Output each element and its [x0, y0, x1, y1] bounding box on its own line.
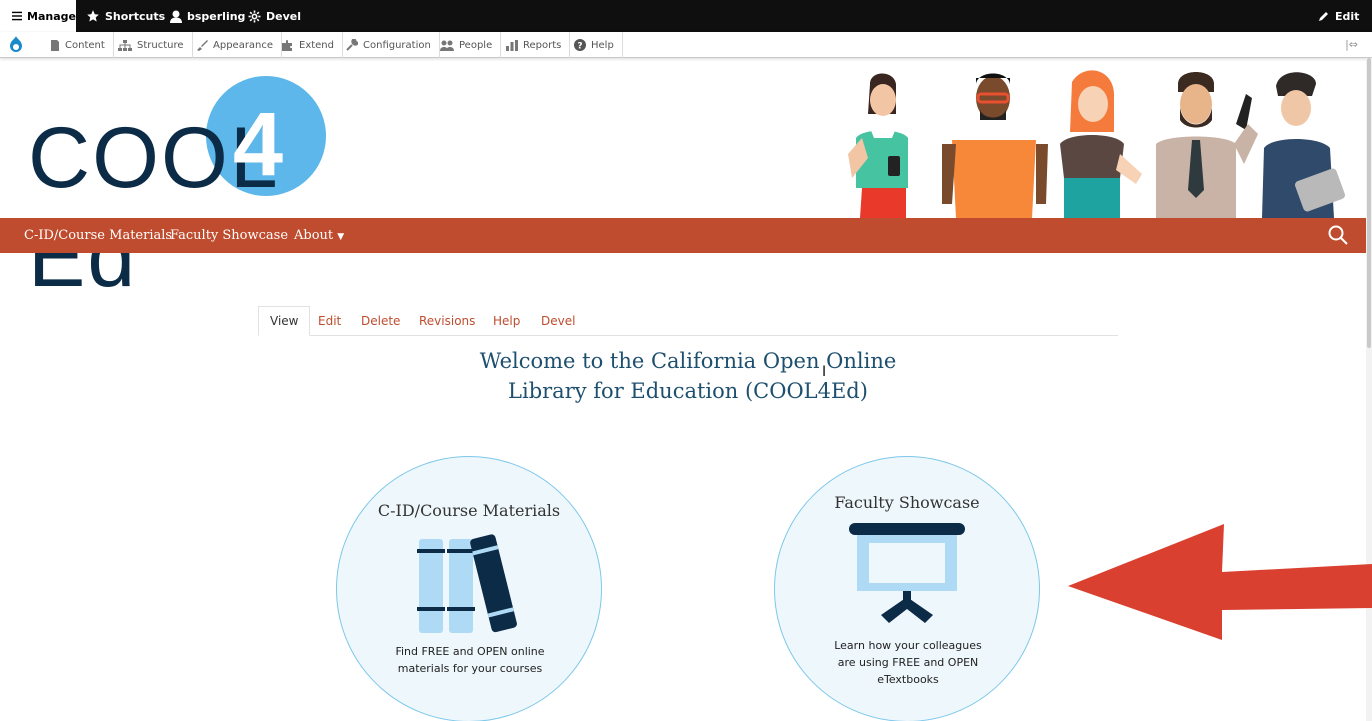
- user-icon: [170, 10, 182, 23]
- card-description: Learn how your colleagues are using FREE…: [805, 637, 1011, 688]
- nav-item-cid-course-materials[interactable]: C-ID/Course Materials: [24, 228, 172, 243]
- nav-item-faculty-showcase[interactable]: Faculty Showcase: [170, 228, 288, 243]
- local-tasks-tabs: View Edit Delete Revisions Help Devel: [258, 306, 1118, 336]
- admin-tray: Content Structure Appearance Extend Conf…: [0, 32, 1372, 58]
- manage-menu-button[interactable]: Manage: [0, 0, 76, 32]
- tab-help[interactable]: Help: [493, 306, 520, 336]
- logo-text: COOLEd: [28, 110, 280, 305]
- tab-edit[interactable]: Edit: [318, 306, 341, 336]
- card-description-line: Find FREE and OPEN online: [395, 645, 545, 658]
- books-icon: [417, 534, 517, 633]
- card-description-line: Learn how your colleagues: [834, 639, 982, 652]
- card-title: Faculty Showcase: [834, 493, 980, 512]
- tray-item-label: Help: [591, 39, 614, 51]
- edit-label: Edit: [1335, 9, 1360, 23]
- hamburger-icon: [12, 11, 23, 21]
- nav-item-about-label: About: [294, 228, 334, 243]
- tray-item-label: Appearance: [213, 39, 274, 51]
- people-illustration: [848, 70, 1346, 218]
- pencil-icon: [1319, 12, 1328, 21]
- person-man-orange: [942, 73, 1048, 218]
- person-woman-redhair: [1060, 70, 1142, 218]
- scrollbar-thumb[interactable]: [1367, 58, 1371, 348]
- manage-label: Manage: [27, 9, 76, 23]
- svg-text:?: ?: [577, 42, 582, 52]
- tray-item-label: People: [459, 39, 493, 51]
- shortcuts-button[interactable]: Shortcuts: [86, 0, 165, 32]
- card-description: Find FREE and OPEN online materials for …: [367, 643, 573, 677]
- person-woman-green: [848, 73, 908, 218]
- tab-revisions[interactable]: Revisions: [419, 306, 475, 336]
- tray-item-label: Structure: [137, 39, 184, 51]
- page-title-line-1: Welcome to the California Open Online: [479, 349, 897, 373]
- tray-item-configuration[interactable]: Configuration: [338, 32, 440, 58]
- tab-view[interactable]: View: [258, 306, 311, 336]
- user-button[interactable]: bsperling: [170, 0, 245, 32]
- tray-item-appearance[interactable]: Appearance: [188, 32, 283, 58]
- document-icon: [51, 39, 59, 51]
- tab-devel[interactable]: Devel: [541, 306, 575, 336]
- search-icon[interactable]: [1328, 225, 1348, 245]
- tray-item-label: Extend: [299, 39, 334, 51]
- tab-delete[interactable]: Delete: [361, 306, 400, 336]
- tray-item-label: Reports: [523, 39, 562, 51]
- sitemap-icon: [118, 39, 132, 51]
- card-description-line: are using FREE and OPEN: [837, 656, 979, 669]
- tray-item-label: Content: [65, 39, 105, 51]
- page-title-line-2: Library for Education (COOL4Ed): [508, 379, 868, 403]
- faculty-showcase-card[interactable]: Faculty Showcase Learn how your colleagu…: [774, 456, 1040, 721]
- devel-button[interactable]: Devel: [248, 0, 301, 32]
- people-icon: [440, 40, 454, 51]
- user-label: bsperling: [187, 9, 246, 23]
- card-title: C-ID/Course Materials: [377, 501, 561, 520]
- wrench-icon: [346, 39, 358, 51]
- help-icon: ?: [574, 39, 586, 51]
- site-logo[interactable]: COOLEd 4: [28, 74, 408, 305]
- puzzle-icon: [282, 39, 292, 51]
- card-description-line: materials for your courses: [397, 662, 543, 675]
- tray-item-help[interactable]: ? Help: [566, 32, 623, 58]
- tray-item-extend[interactable]: Extend: [274, 32, 343, 58]
- admin-toolbar: Manage Shortcuts bsperling Devel Edit: [0, 0, 1372, 32]
- presentation-screen-icon: [849, 523, 965, 623]
- drupal-logo-icon[interactable]: [8, 36, 24, 54]
- bar-chart-icon: [506, 39, 518, 51]
- person-man-beard: [1156, 72, 1258, 218]
- course-materials-card[interactable]: C-ID/Course Materials Find FREE and OPEN…: [336, 456, 602, 721]
- card-description-line: eTextbooks: [877, 673, 939, 686]
- nav-item-about[interactable]: About ▼: [294, 228, 344, 243]
- paintbrush-icon: [197, 39, 208, 51]
- edit-mode-button[interactable]: Edit: [1318, 0, 1359, 32]
- gear-icon: [248, 10, 261, 22]
- tray-item-content[interactable]: Content: [42, 32, 114, 58]
- main-navigation: C-ID/Course Materials Faculty Showcase A…: [0, 218, 1366, 253]
- text-cursor-icon: I: [822, 364, 827, 380]
- person-man-blue: [1262, 72, 1346, 218]
- tray-item-people[interactable]: People: [432, 32, 502, 58]
- caret-down-icon: ▼: [337, 232, 345, 242]
- page-title: Welcome to the California Open Online Li…: [388, 346, 988, 406]
- logo-digit: 4: [233, 95, 284, 195]
- orientation-toggle-icon[interactable]: |⇔: [1345, 38, 1358, 51]
- tray-item-label: Configuration: [363, 39, 431, 51]
- tray-item-structure[interactable]: Structure: [110, 32, 193, 58]
- red-arrow-annotation: [1068, 524, 1372, 640]
- shortcuts-label: Shortcuts: [105, 9, 166, 23]
- tray-item-reports[interactable]: Reports: [498, 32, 571, 58]
- devel-label: Devel: [266, 9, 301, 23]
- star-icon: [87, 10, 99, 22]
